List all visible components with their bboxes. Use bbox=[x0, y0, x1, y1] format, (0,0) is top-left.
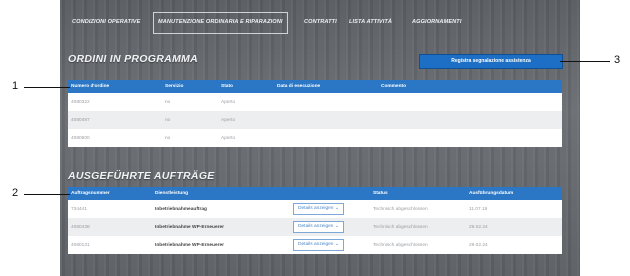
callout-1-line bbox=[24, 87, 70, 88]
table-row[interactable]: 4080487 no Aperto bbox=[68, 111, 562, 129]
status: Technisch abgeschlossen bbox=[370, 218, 466, 236]
table-row[interactable]: 4080322 no Aperto bbox=[68, 93, 562, 111]
chevron-down-icon: ⌄ bbox=[334, 224, 339, 229]
details-button[interactable]: Details anzeigen ⌄ bbox=[293, 221, 344, 233]
order-number: 4080500 bbox=[68, 129, 162, 147]
tab-lista-attivita[interactable]: Lista attività bbox=[345, 12, 396, 32]
details-label: Details anzeigen bbox=[298, 224, 334, 229]
details-cell: Details anzeigen ⌄ bbox=[290, 218, 370, 236]
order-number: 4080487 bbox=[68, 111, 162, 129]
column-header: Data di esecuzione bbox=[274, 80, 378, 93]
tab-bar: Condizioni operative Manutenzione ordina… bbox=[60, 12, 580, 34]
table-row[interactable]: 734441 Inbetriebnahmeauftrag Details anz… bbox=[68, 200, 562, 218]
callout-3: 3 bbox=[614, 54, 621, 66]
completed-orders-title: AUSGEFÜHRTE AUFTRÄGE bbox=[68, 170, 215, 182]
execution-date bbox=[274, 111, 378, 129]
details-cell: Details anzeigen ⌄ bbox=[290, 236, 370, 254]
execution-date bbox=[274, 93, 378, 111]
service: no bbox=[162, 111, 218, 129]
column-header: Ausführungsdatum bbox=[466, 187, 562, 200]
details-button[interactable]: Details anzeigen ⌄ bbox=[293, 239, 344, 251]
completed-orders-table: Auftragsnummer Dienstleistung Status Aus… bbox=[68, 187, 562, 254]
status: Aperto bbox=[218, 93, 274, 111]
service: Inbetriebnahme WP-Erneuerer bbox=[152, 218, 290, 236]
details-label: Details anzeigen bbox=[298, 242, 334, 247]
table-row[interactable]: 4080438 Inbetriebnahme WP-Erneuerer Deta… bbox=[68, 218, 562, 236]
table-header-row: Auftragsnummer Dienstleistung Status Aus… bbox=[68, 187, 562, 200]
status: Technisch abgeschlossen bbox=[370, 236, 466, 254]
order-number: 4080131 bbox=[68, 236, 152, 254]
status: Aperto bbox=[218, 129, 274, 147]
scheduled-orders-table: Numero d'ordine Servizio Stato Data di e… bbox=[68, 80, 562, 147]
order-number: 4080322 bbox=[68, 93, 162, 111]
column-header: Status bbox=[370, 187, 466, 200]
comment bbox=[378, 129, 562, 147]
table-header-row: Numero d'ordine Servizio Stato Data di e… bbox=[68, 80, 562, 93]
comment bbox=[378, 93, 562, 111]
table-row[interactable]: 4080131 Inbetriebnahme WP-Erneuerer Deta… bbox=[68, 236, 562, 254]
column-header: Numero d'ordine bbox=[68, 80, 162, 93]
column-header: Stato bbox=[218, 80, 274, 93]
status: Aperto bbox=[218, 111, 274, 129]
column-header: Auftragsnummer bbox=[68, 187, 152, 200]
column-header bbox=[290, 187, 370, 200]
orders-scheduled-title: ORDINI IN PROGRAMMA bbox=[68, 53, 198, 65]
details-cell: Details anzeigen ⌄ bbox=[290, 200, 370, 218]
order-number: 734441 bbox=[68, 200, 152, 218]
column-header: Servizio bbox=[162, 80, 218, 93]
order-number: 4080438 bbox=[68, 218, 152, 236]
status: Technisch abgeschlossen bbox=[370, 200, 466, 218]
chevron-down-icon: ⌄ bbox=[334, 242, 339, 247]
execution-date bbox=[274, 129, 378, 147]
column-header: Commento bbox=[378, 80, 562, 93]
details-button[interactable]: Details anzeigen ⌄ bbox=[293, 203, 344, 215]
app-panel: Condizioni operative Manutenzione ordina… bbox=[60, 0, 580, 276]
details-label: Details anzeigen bbox=[298, 206, 334, 211]
chevron-down-icon: ⌄ bbox=[334, 206, 339, 211]
tab-manutenzione[interactable]: Manutenzione ordinaria e riparazioni bbox=[153, 12, 288, 34]
callout-2-line bbox=[24, 194, 70, 195]
tab-aggiornamenti[interactable]: Aggiornamenti bbox=[408, 12, 465, 32]
service: no bbox=[162, 93, 218, 111]
execution-date: 11.07.19 bbox=[466, 200, 562, 218]
tab-contratti[interactable]: Contratti bbox=[300, 12, 341, 32]
comment bbox=[378, 111, 562, 129]
execution-date: 29.02.24 bbox=[466, 218, 562, 236]
callout-1: 1 bbox=[12, 80, 19, 92]
table-row[interactable]: 4080500 no Aperto bbox=[68, 129, 562, 147]
service: Inbetriebnahme WP-Erneuerer bbox=[152, 236, 290, 254]
tab-condizioni-operative[interactable]: Condizioni operative bbox=[68, 12, 144, 32]
service: no bbox=[162, 129, 218, 147]
column-header: Dienstleistung bbox=[152, 187, 290, 200]
callout-2: 2 bbox=[12, 187, 19, 199]
register-service-request-button[interactable]: Registra segnalazione assistenza bbox=[419, 54, 563, 69]
service: Inbetriebnahmeauftrag bbox=[152, 200, 290, 218]
callout-3-line bbox=[560, 61, 610, 62]
execution-date: 29.02.24 bbox=[466, 236, 562, 254]
